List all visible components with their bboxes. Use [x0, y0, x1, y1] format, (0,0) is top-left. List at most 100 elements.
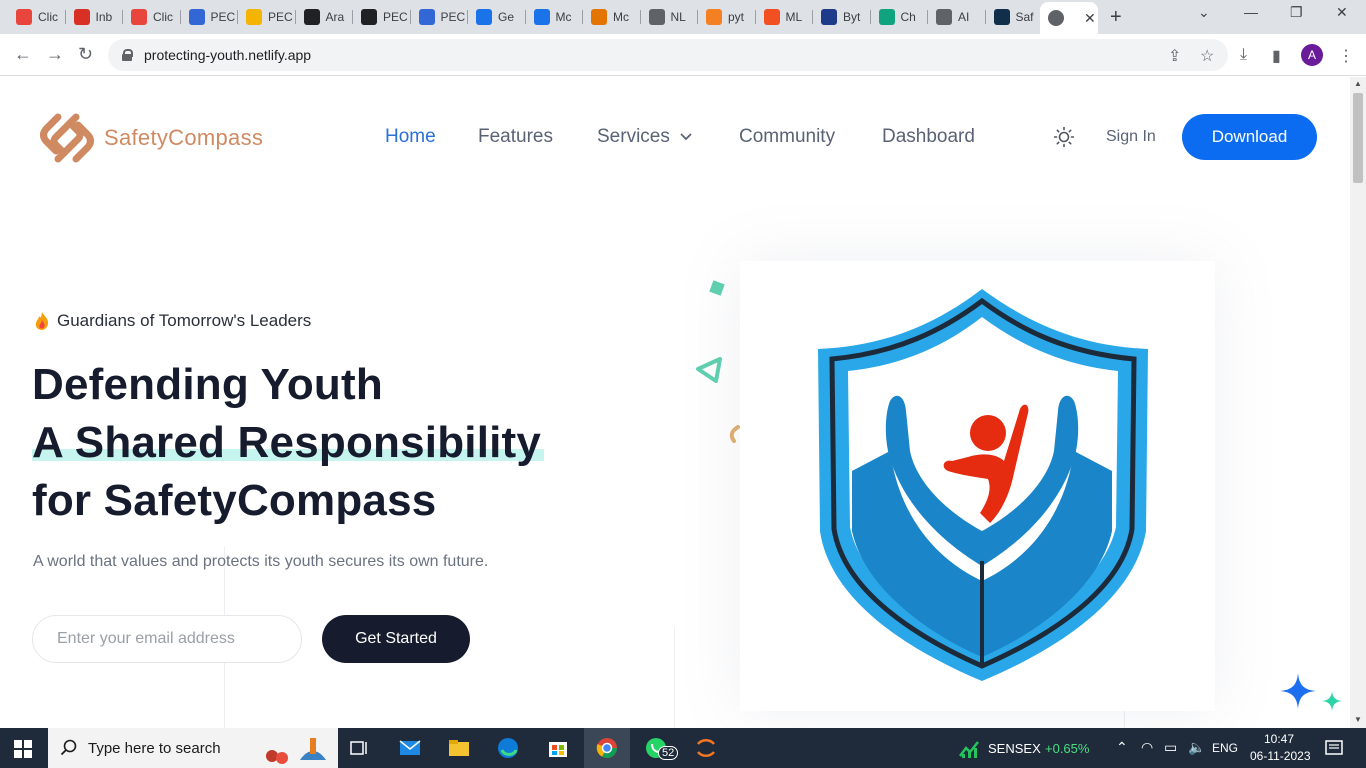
url-text: protecting-youth.netlify.app — [144, 47, 312, 63]
browser-tab[interactable]: pyt — [698, 4, 756, 30]
search-placeholder: Type here to search — [88, 739, 221, 757]
browser-tab[interactable]: Ge — [468, 4, 526, 30]
address-bar[interactable]: protecting-youth.netlify.app — [108, 39, 1228, 71]
windows-taskbar: Type here to search 52 SENSEX +0.65% ⌃ ◠… — [0, 728, 1366, 768]
search-highlight-illustration-icon — [266, 738, 326, 764]
sign-in-link[interactable]: Sign In — [1106, 128, 1156, 146]
windows-start-icon[interactable] — [14, 740, 32, 758]
browser-tab[interactable]: Mc — [526, 4, 583, 30]
wifi-icon[interactable]: ◠ — [1141, 739, 1153, 756]
profile-avatar[interactable]: A — [1301, 44, 1323, 66]
file-explorer-icon[interactable] — [447, 736, 471, 760]
browser-tab-label: Ch — [900, 10, 916, 24]
search-icon — [60, 739, 77, 756]
browser-tab[interactable]: ML — [756, 4, 813, 30]
download-button[interactable]: Download — [1182, 114, 1317, 160]
triangle-shape-icon — [696, 357, 722, 383]
close-tab-icon[interactable]: ✕ — [1084, 10, 1096, 27]
minimize-icon[interactable]: — — [1244, 4, 1258, 20]
browser-tab[interactable]: Byt — [813, 4, 871, 30]
scroll-down-icon[interactable]: ▼ — [1354, 715, 1362, 724]
browser-tab[interactable]: PEC — [238, 4, 296, 30]
k-icon — [533, 9, 550, 25]
scroll-thumb[interactable] — [1353, 93, 1363, 183]
browser-tab[interactable]: NL — [641, 4, 698, 30]
stock-change[interactable]: +0.65% — [1045, 741, 1089, 756]
hero-subtext: A world that values and protects its you… — [33, 553, 489, 570]
forward-icon[interactable]: → — [46, 44, 64, 65]
close-window-icon[interactable]: ✕ — [1336, 4, 1348, 21]
browser-tab[interactable]: Clic — [8, 4, 66, 30]
stock-name[interactable]: SENSEX — [988, 741, 1041, 756]
browser-tab[interactable]: Inb — [66, 4, 123, 30]
tab-search-icon[interactable]: ⌄ — [1198, 4, 1210, 21]
browser-tab-label: Mc — [613, 10, 629, 24]
nav-services[interactable]: Services — [597, 126, 692, 148]
scroll-up-icon[interactable]: ▲ — [1354, 79, 1362, 88]
sparkle-green-icon — [1322, 691, 1342, 711]
browser-tab[interactable]: Saf — [986, 4, 1043, 30]
d-icon — [993, 9, 1010, 25]
nav-community[interactable]: Community — [739, 126, 835, 148]
lock-icon[interactable] — [122, 49, 133, 61]
notifications-icon[interactable] — [1322, 736, 1346, 760]
nav-home[interactable]: Home — [385, 126, 436, 148]
share-icon[interactable]: ⇪ — [1168, 46, 1181, 66]
browser-tab[interactable]: AI — [928, 4, 986, 30]
headline-line-2: A Shared Responsibility — [32, 418, 542, 467]
chatgpt-icon — [878, 9, 895, 25]
un-icon — [821, 9, 837, 25]
browser-tab-label: Byt — [843, 10, 861, 24]
globe-icon — [1048, 10, 1064, 26]
taskbar-search[interactable]: Type here to search — [48, 728, 338, 768]
page-scrollbar[interactable]: ▲ ▼ — [1350, 77, 1366, 728]
browser-tab[interactable]: PEC — [411, 4, 468, 30]
new-tab-button[interactable]: + — [1110, 6, 1122, 29]
star-icon[interactable]: ☆ — [1200, 46, 1214, 66]
reload-icon[interactable]: ↻ — [78, 44, 93, 65]
browser-tab[interactable]: Ara — [296, 4, 353, 30]
task-view-icon[interactable] — [348, 736, 372, 760]
clock-date[interactable]: 06-11-2023 — [1250, 749, 1311, 763]
sidepanel-icon[interactable]: ▮ — [1272, 46, 1281, 66]
browser-tab-active[interactable]: ✕ — [1040, 2, 1098, 34]
stock-chart-icon[interactable] — [958, 736, 982, 760]
globe-icon — [648, 9, 665, 25]
sparkle-blue-icon — [1280, 673, 1316, 709]
browser-tab[interactable]: Ch — [871, 4, 928, 30]
logo-text: SafetyCompass — [104, 125, 264, 150]
diamond-shape-icon — [709, 280, 725, 296]
browser-tab[interactable]: PEC — [353, 4, 411, 30]
mail-icon[interactable] — [398, 736, 422, 760]
gmail-icon — [73, 9, 90, 25]
chrome-taskbar-active[interactable] — [584, 728, 630, 768]
site-logo[interactable]: SafetyCompass — [36, 107, 263, 169]
nav-features[interactable]: Features — [478, 126, 553, 148]
web-page: SafetyCompass Home Features Services Com… — [0, 77, 1350, 728]
tray-chevron-up-icon[interactable]: ⌃ — [1116, 739, 1128, 756]
whatsapp-taskbar[interactable]: 52 — [640, 734, 680, 764]
edge-icon[interactable] — [496, 736, 520, 760]
browser-tab[interactable]: Clic — [123, 4, 181, 30]
browser-tab[interactable]: PEC — [181, 4, 238, 30]
language-indicator[interactable]: ENG — [1212, 741, 1238, 755]
download-icon[interactable]: ⤓ — [1240, 46, 1247, 64]
battery-icon[interactable]: ▭ — [1164, 739, 1177, 756]
email-input[interactable] — [32, 615, 302, 663]
browser-tab[interactable]: Mc — [583, 4, 641, 30]
back-icon[interactable]: ← — [14, 44, 32, 65]
theme-toggle-sun-icon[interactable] — [1054, 127, 1074, 147]
decor-line — [674, 627, 675, 728]
nav-dashboard[interactable]: Dashboard — [882, 126, 975, 148]
volume-muted-icon[interactable]: 🔈 — [1188, 739, 1205, 756]
jupyter-icon[interactable] — [694, 736, 718, 760]
browser-toolbar: ← → ↻ protecting-youth.netlify.app ⇪ ☆ ⤓… — [0, 34, 1366, 76]
restore-icon[interactable]: ❐ — [1290, 4, 1303, 21]
nav-services-label: Services — [597, 126, 670, 147]
slides-icon — [246, 9, 262, 25]
get-started-button[interactable]: Get Started — [322, 615, 470, 663]
store-icon[interactable] — [546, 736, 570, 760]
docs-icon — [418, 9, 435, 25]
menu-icon[interactable]: ⋮ — [1338, 46, 1354, 66]
clock-time[interactable]: 10:47 — [1264, 732, 1294, 746]
